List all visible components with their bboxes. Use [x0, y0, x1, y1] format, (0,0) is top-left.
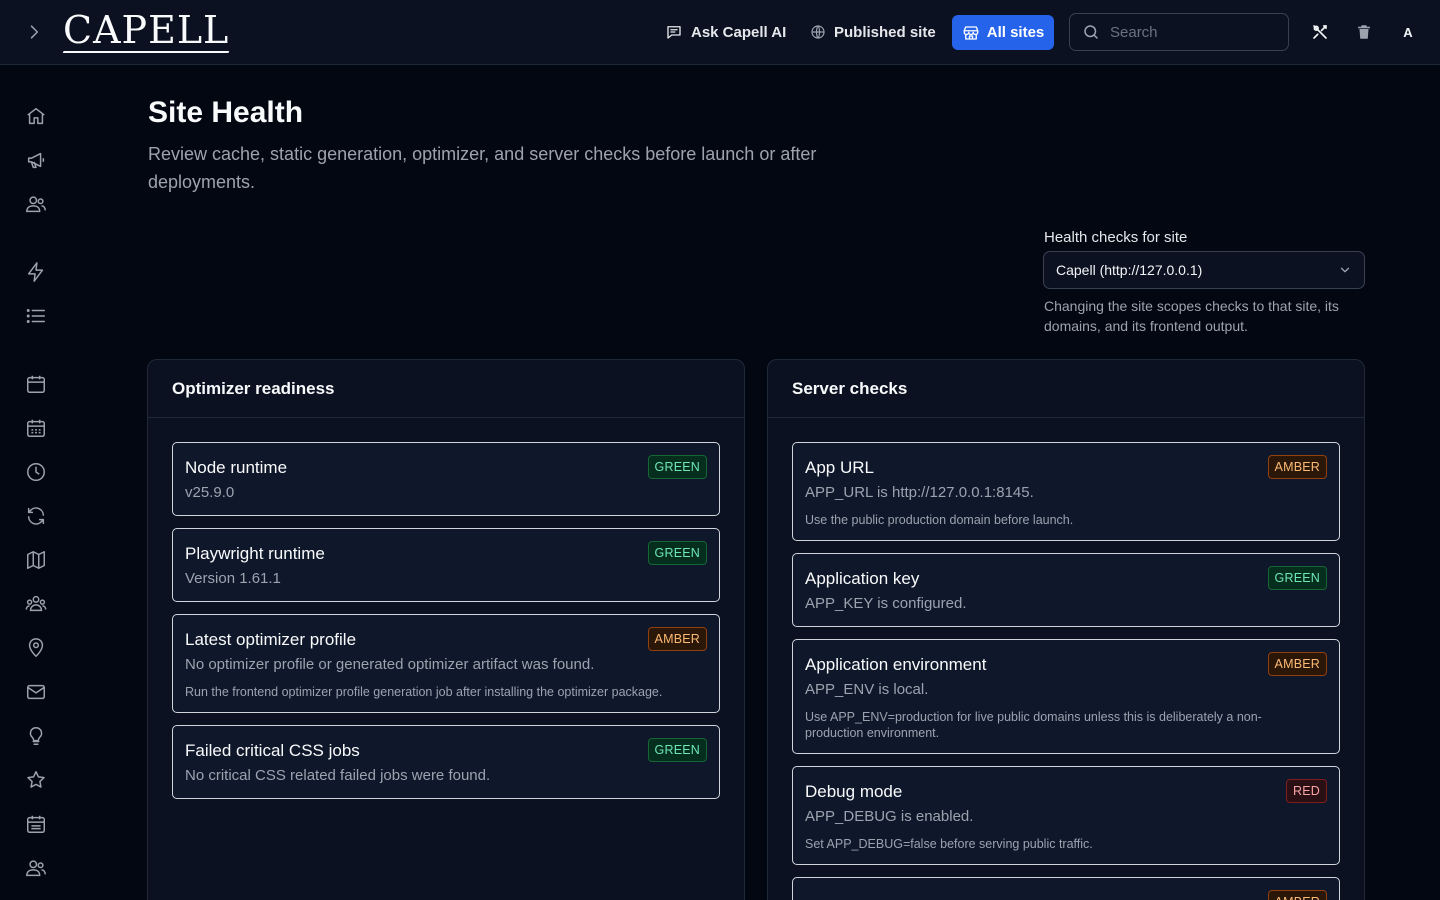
chevron-down-icon [1340, 267, 1350, 273]
status-badge: GREEN [647, 738, 707, 762]
check-card: GREEN Failed critical CSS jobs No critical… [172, 725, 720, 799]
globe-icon [811, 25, 825, 39]
server-checks-panel: Server checks AMBER App URL APP_URL is htt… [767, 359, 1365, 900]
search-icon [1084, 25, 1098, 39]
published-site-label: Published site [834, 23, 936, 41]
calendar-icon[interactable] [24, 372, 48, 396]
status-badge: AMBER [1267, 652, 1327, 676]
site-select-value: Capell (http://127.0.0.1) [1056, 262, 1203, 278]
home-icon[interactable] [24, 104, 48, 128]
map-pin-icon[interactable] [24, 636, 48, 660]
check-card: GREEN Node runtime v25.9.0 [172, 442, 720, 516]
all-sites-button[interactable]: All sites [952, 15, 1054, 50]
trash-button[interactable] [1352, 20, 1376, 44]
check-card: RED Debug mode APP_DEBUG is enabled. Set AP… [792, 766, 1340, 865]
map-icon[interactable] [24, 548, 48, 572]
check-card: AMBER [792, 877, 1340, 900]
status-badge: GREEN [1267, 566, 1327, 590]
bolt-icon[interactable] [24, 260, 48, 284]
star-icon[interactable] [24, 768, 48, 792]
expand-sidebar-button[interactable] [22, 20, 46, 44]
page-description: Review cache, static generation, optimiz… [148, 144, 817, 192]
check-title: Latest optimizer profile [185, 630, 357, 649]
all-sites-label: All sites [986, 24, 1045, 41]
check-detail: No optimizer profile or generated optimi… [185, 656, 595, 673]
status-badge: GREEN [647, 455, 707, 479]
published-site-button[interactable]: Published site [810, 15, 936, 49]
check-detail: APP_KEY is configured. [805, 595, 967, 612]
user-group-icon[interactable] [24, 592, 48, 616]
optimizer-readiness-panel: Optimizer readiness GREEN Node runtime v25… [147, 359, 745, 900]
site-select[interactable]: Capell (http://127.0.0.1) [1043, 251, 1365, 289]
check-card: GREEN Playwright runtime Version 1.61.1 [172, 528, 720, 602]
search-input[interactable] [1110, 23, 1270, 41]
check-title: App URL [805, 458, 874, 477]
check-title: Node runtime [185, 458, 288, 477]
status-badge: RED [1286, 779, 1327, 803]
check-detail: v25.9.0 [185, 484, 235, 501]
megaphone-icon[interactable] [24, 148, 48, 172]
check-advice: Set APP_DEBUG=false before serving publi… [805, 837, 1093, 851]
ask-ai-label: Ask Capell AI [691, 23, 787, 41]
check-card: AMBER Latest optimizer profile No optimize… [172, 614, 720, 713]
status-badge: AMBER [1267, 455, 1327, 479]
page-title: Site Health [148, 96, 304, 129]
site-select-label: Health checks for site [1044, 229, 1188, 246]
check-card: GREEN Application key APP_KEY is configure… [792, 553, 1340, 627]
storefront-icon [963, 25, 979, 40]
check-detail: APP_URL is http://127.0.0.1:8145. [805, 484, 1034, 501]
check-title: Application environment [805, 655, 987, 674]
check-detail: APP_DEBUG is enabled. [805, 808, 974, 825]
server-check-list: AMBER App URL APP_URL is http://127.0.0.1:… [768, 418, 1364, 900]
check-detail: No critical CSS related failed jobs were… [185, 767, 491, 784]
check-card: AMBER App URL APP_URL is http://127.0.0.1:… [792, 442, 1340, 541]
check-advice: Run the frontend optimizer profile gener… [185, 685, 663, 699]
search-box[interactable] [1069, 13, 1289, 51]
site-select-help: Changing the site scopes checks to that … [1044, 298, 1339, 334]
check-detail: APP_ENV is local. [805, 681, 929, 698]
lightbulb-icon[interactable] [24, 724, 48, 748]
check-title: Playwright runtime [185, 544, 325, 563]
chat-bubble-icon [667, 26, 681, 39]
calendar-days-icon[interactable] [24, 812, 48, 836]
status-badge: GREEN [647, 541, 707, 565]
ask-ai-button[interactable]: Ask Capell AI [665, 15, 786, 49]
check-title: Debug mode [805, 782, 903, 801]
capell-logo[interactable]: CAPELL [63, 8, 229, 52]
check-advice: Use APP_ENV=production for live public d… [805, 710, 1262, 740]
check-card: AMBER Application environment APP_ENV is l… [792, 639, 1340, 754]
status-badge: AMBER [1267, 890, 1327, 900]
check-detail: Version 1.61.1 [185, 570, 281, 587]
check-title: Application key [805, 569, 920, 588]
mail-icon[interactable] [24, 680, 48, 704]
team-icon[interactable] [24, 856, 48, 880]
panel-title: Server checks [768, 360, 1364, 418]
trash-icon [1358, 25, 1370, 39]
top-bar: CAPELL Ask Capell AI Published site All … [0, 0, 1440, 65]
clock-icon[interactable] [24, 460, 48, 484]
user-avatar[interactable]: A [1398, 20, 1418, 44]
users-icon[interactable] [24, 192, 48, 216]
check-advice: Use the public production domain before … [805, 513, 1074, 527]
chevron-right-icon [30, 25, 39, 39]
status-badge: AMBER [647, 627, 707, 651]
tools-button[interactable] [1308, 20, 1332, 44]
wrench-screwdriver-icon [1313, 25, 1327, 39]
refresh-icon[interactable] [24, 504, 48, 528]
list-icon[interactable] [24, 304, 48, 328]
optimizer-check-list: GREEN Node runtime v25.9.0 GREEN Playwright … [148, 418, 744, 799]
panel-title: Optimizer readiness [148, 360, 744, 418]
check-title: Failed critical CSS jobs [185, 741, 360, 760]
calendar-grid-icon[interactable] [24, 416, 48, 440]
